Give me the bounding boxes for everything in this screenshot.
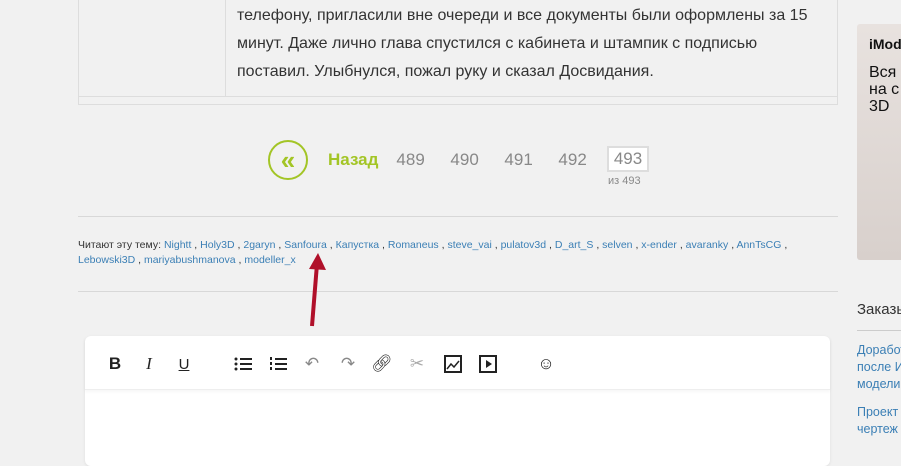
editor-toolbar: B I U ↶ ↷ 🔗︎ ✂ ☺ (85, 336, 830, 390)
post-body: телефону, пригласили вне очереди и все д… (78, 0, 838, 105)
reader-link[interactable]: Lebowski3D (78, 254, 135, 266)
reader-link[interactable]: Капустка (336, 239, 380, 251)
bullet-list-icon[interactable] (233, 354, 253, 374)
page-total: из 493 (608, 175, 641, 187)
back-link[interactable]: Назад (328, 150, 378, 170)
pagination: « Назад 489 490 491 492 493 из 493 (268, 140, 649, 187)
reader-link[interactable]: D_art_S (555, 239, 594, 251)
reader-link[interactable]: AnnTsCG (736, 239, 781, 251)
reader-link[interactable]: 2garyn (243, 239, 275, 251)
numbered-list-icon[interactable] (268, 354, 288, 374)
underline-icon[interactable]: U (174, 354, 194, 374)
ad-text: Вся на с 3D (869, 64, 900, 115)
post-text: телефону, пригласили вне очереди и все д… (237, 7, 808, 80)
reader-link[interactable]: modeller_x (244, 254, 295, 266)
back-circle-icon[interactable]: « (268, 140, 308, 180)
post-footer (79, 96, 837, 104)
divider (78, 216, 838, 217)
reader-link[interactable]: Romaneus (388, 239, 439, 251)
page-link[interactable]: 489 (396, 150, 450, 170)
reader-link[interactable]: avaranky (686, 239, 729, 251)
link-icon[interactable]: 🔗︎ (371, 354, 393, 374)
readers-label: Читают эту тему: (78, 239, 162, 251)
italic-icon[interactable]: I (139, 354, 159, 374)
image-icon[interactable] (443, 354, 463, 374)
reader-link[interactable]: pulatov3d (501, 239, 547, 251)
reader-link[interactable]: mariyabushmanova (144, 254, 236, 266)
reader-link[interactable]: selven (602, 239, 632, 251)
reply-editor[interactable]: B I U ↶ ↷ 🔗︎ ✂ ☺ (85, 336, 830, 466)
author-column-divider (225, 0, 226, 96)
current-page-input[interactable]: 493 (607, 146, 649, 172)
ad-brand: iMod (869, 36, 901, 52)
page-link[interactable]: 491 (504, 150, 558, 170)
reader-link[interactable]: x-ender (641, 239, 677, 251)
video-icon[interactable] (478, 354, 498, 374)
divider (78, 291, 838, 292)
redo-icon[interactable]: ↷ (338, 354, 358, 374)
divider (857, 330, 901, 331)
sidebar-title: Заказы (857, 301, 901, 318)
sidebar-link[interactable]: Проект чертеж (857, 404, 901, 438)
unlink-icon[interactable]: ✂ (407, 354, 427, 374)
bold-icon[interactable]: B (105, 354, 125, 374)
undo-icon[interactable]: ↶ (302, 354, 322, 374)
reader-link[interactable]: Nightt (164, 239, 191, 251)
page-link[interactable]: 490 (450, 150, 504, 170)
emoji-icon[interactable]: ☺ (536, 354, 556, 374)
reader-link[interactable]: Holy3D (200, 239, 234, 251)
readers-list: Читают эту тему: Nightt , Holy3D , 2gary… (78, 239, 788, 266)
red-arrow-annotation (309, 253, 326, 327)
page-link[interactable]: 492 (558, 150, 612, 170)
reader-link[interactable]: steve_vai (447, 239, 491, 251)
sidebar-link[interactable]: Доработ после И модели (857, 342, 901, 393)
sidebar-ad-banner[interactable]: iMod Вся на с 3D (857, 24, 901, 260)
